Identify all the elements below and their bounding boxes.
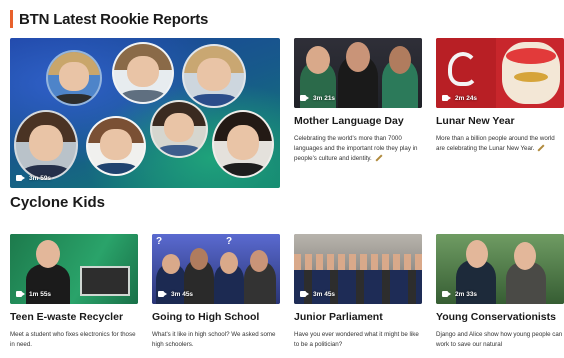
question-mark-icon: ? [156,236,163,247]
question-mark-icon: ? [226,236,233,247]
duration-badge: 2m 33s [442,288,477,300]
card-thumbnail[interactable]: 2m 24s [436,38,564,108]
card-description: More than a billion people around the wo… [436,135,555,152]
card-title[interactable]: Mother Language Day [294,115,422,127]
kid-face [112,42,174,104]
card-junior-parliament[interactable]: 3m 45s Junior Parliament Have you ever w… [294,234,422,350]
accent-bar [10,10,13,28]
cyclone-kids-heading[interactable]: Cyclone Kids [10,194,105,211]
video-camera-icon [16,175,25,181]
card-lunar-new-year[interactable]: 2m 24s Lunar New Year More than a billio… [436,38,564,154]
card-going-to-high-school[interactable]: ? ? 3m 45s Going to High School What's i… [152,234,280,350]
card-title[interactable]: Teen E-waste Recycler [10,311,138,323]
card-title[interactable]: Lunar New Year [436,115,564,127]
duration-badge: 3m 45s [158,288,193,300]
card-title[interactable]: Young Conservationists [436,311,564,323]
video-camera-icon [158,291,167,297]
kid-face [182,44,246,108]
duration-badge: 3m 21s [300,92,335,104]
card-thumbnail[interactable]: 2m 33s [436,234,564,304]
pencil-icon [375,154,383,162]
card-young-conservationists[interactable]: 2m 33s Young Conservationists Django and… [436,234,564,350]
pencil-icon [537,144,545,152]
duration-badge: 2m 24s [442,92,477,104]
kid-face [212,110,274,178]
video-camera-icon [442,95,451,101]
card-thumbnail[interactable]: 1m 55s [10,234,138,304]
card-mother-language-day[interactable]: 3m 21s Mother Language Day Celebrating t… [294,38,422,164]
card-description: What's it like in high school? We asked … [152,331,276,348]
card-description: Celebrating the world's more than 7000 l… [294,135,418,162]
video-camera-icon [300,95,309,101]
kid-face [14,110,78,180]
kid-face [46,50,102,106]
card-description: Django and Alice show how young people c… [436,331,563,348]
card-thumbnail[interactable]: 3m 45s [294,234,422,304]
card-teen-e-waste-recycler[interactable]: 1m 55s Teen E-waste Recycler Meet a stud… [10,234,138,350]
section-title: BTN Latest Rookie Reports [19,10,209,28]
duration-badge: 3m 59s [16,172,51,184]
kid-face [86,116,146,176]
section-header: BTN Latest Rookie Reports [10,9,208,29]
hero-thumbnail[interactable]: 3m 59s [10,38,280,188]
card-description: Have you ever wondered what it might be … [294,331,419,348]
video-camera-icon [442,291,451,297]
card-title[interactable]: Junior Parliament [294,311,422,323]
card-description: Meet a student who fixes electronics for… [10,331,136,348]
card-thumbnail[interactable]: ? ? 3m 45s [152,234,280,304]
video-camera-icon [16,291,25,297]
duration-badge: 1m 55s [16,288,51,300]
hero-card[interactable]: 3m 59s [10,38,280,188]
card-thumbnail[interactable]: 3m 21s [294,38,422,108]
card-title[interactable]: Going to High School [152,311,280,323]
kid-face [150,100,208,158]
video-camera-icon [300,291,309,297]
duration-badge: 3m 45s [300,288,335,300]
